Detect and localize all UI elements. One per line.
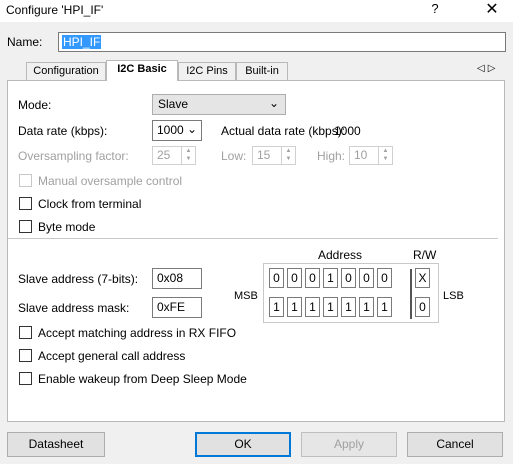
tab-built-in[interactable]: Built-in <box>236 62 288 80</box>
section-divider <box>8 238 498 239</box>
data-rate-value: 1000 <box>157 123 184 137</box>
chevron-down-icon: ⌄ <box>186 122 197 136</box>
address-bit[interactable]: 0 <box>377 268 392 288</box>
address-bit[interactable]: 1 <box>323 268 338 288</box>
slave-address-label: Slave address (7-bits): <box>18 272 139 286</box>
ok-button[interactable]: OK <box>195 432 291 457</box>
tab-scroll[interactable]: ◁▷ <box>477 63 498 74</box>
high-value: 10 <box>354 148 368 162</box>
mask-bit[interactable]: 1 <box>269 297 284 317</box>
mask-bit[interactable]: 1 <box>341 297 356 317</box>
spin-arrows-icon: ▲ ▼ <box>378 147 392 164</box>
rw-mask-bit: 0 <box>415 297 430 317</box>
address-bit[interactable]: 0 <box>269 268 284 288</box>
high-label: High: <box>317 149 346 163</box>
address-bit[interactable]: 0 <box>305 268 320 288</box>
slave-mask-input[interactable]: 0xFE <box>152 297 202 318</box>
data-rate-combo[interactable]: 1000 ⌄ <box>152 120 202 141</box>
accept-general-checkbox[interactable] <box>19 349 32 362</box>
lsb-label: LSB <box>443 290 464 302</box>
name-label: Name: <box>7 35 43 49</box>
low-value: 15 <box>257 148 271 162</box>
oversampling-spin: 25 ▲ ▼ <box>152 146 196 165</box>
tab-scroll-left-icon[interactable]: ◁ <box>477 63 488 74</box>
actual-data-rate-label: Actual data rate (kbps): <box>221 124 346 138</box>
apply-button: Apply <box>301 432 397 457</box>
close-button[interactable]: ✕ <box>478 0 506 20</box>
actual-data-rate-value: 1000 <box>334 124 361 138</box>
mask-bit[interactable]: 1 <box>323 297 338 317</box>
clock-from-terminal-checkbox[interactable] <box>19 197 32 210</box>
address-header: Address <box>318 248 363 262</box>
clock-from-terminal-label: Clock from terminal <box>38 197 142 211</box>
oversampling-value: 25 <box>157 148 171 162</box>
mask-bit[interactable]: 1 <box>359 297 374 317</box>
mode-select-value: Slave <box>158 97 189 111</box>
mask-bit[interactable]: 1 <box>305 297 320 317</box>
address-bit[interactable]: 0 <box>287 268 302 288</box>
rw-bit: X <box>415 268 430 288</box>
data-rate-label: Data rate (kbps): <box>18 124 108 138</box>
tab-i2c-basic[interactable]: I2C Basic <box>106 60 178 81</box>
window-title: Configure 'HPI_IF' <box>6 3 104 17</box>
tab-configuration[interactable]: Configuration <box>26 62 106 80</box>
mode-select[interactable]: Slave ⌄ <box>152 94 286 115</box>
spin-arrows-icon: ▲ ▼ <box>281 147 295 164</box>
mode-label: Mode: <box>18 98 52 112</box>
enable-wakeup-checkbox[interactable] <box>19 372 32 385</box>
name-input[interactable]: HPI_IF <box>58 32 506 52</box>
oversampling-label: Oversampling factor: <box>18 149 129 163</box>
msb-label: MSB <box>234 290 258 302</box>
slave-address-input[interactable]: 0x08 <box>152 268 202 289</box>
manual-oversample-checkbox <box>19 174 32 187</box>
byte-mode-label: Byte mode <box>38 220 96 234</box>
enable-wakeup-label: Enable wakeup from Deep Sleep Mode <box>38 372 247 386</box>
help-button[interactable]: ? <box>424 1 446 21</box>
address-bit[interactable]: 0 <box>341 268 356 288</box>
spin-arrows-icon: ▲ ▼ <box>181 147 195 164</box>
tab-scroll-right-icon[interactable]: ▷ <box>488 63 499 74</box>
rw-header: R/W <box>413 248 437 262</box>
byte-mode-checkbox[interactable] <box>19 220 32 233</box>
slave-mask-label: Slave address mask: <box>18 301 130 315</box>
address-bit[interactable]: 0 <box>359 268 374 288</box>
accept-matching-checkbox[interactable] <box>19 326 32 339</box>
accept-matching-label: Accept matching address in RX FIFO <box>38 326 237 340</box>
accept-general-label: Accept general call address <box>38 349 186 363</box>
low-label: Low: <box>221 149 247 163</box>
cancel-button[interactable]: Cancel <box>407 432 503 457</box>
rw-separator <box>410 269 412 319</box>
mask-bit[interactable]: 1 <box>377 297 392 317</box>
name-input-value: HPI_IF <box>62 35 102 49</box>
high-spin: 10 ▲ ▼ <box>349 146 393 165</box>
datasheet-button[interactable]: Datasheet <box>7 432 105 457</box>
mask-bit[interactable]: 1 <box>287 297 302 317</box>
manual-oversample-label: Manual oversample control <box>38 174 183 188</box>
low-spin: 15 ▲ ▼ <box>252 146 296 165</box>
chevron-down-icon: ⌄ <box>268 96 279 110</box>
tab-i2c-pins[interactable]: I2C Pins <box>178 62 236 80</box>
